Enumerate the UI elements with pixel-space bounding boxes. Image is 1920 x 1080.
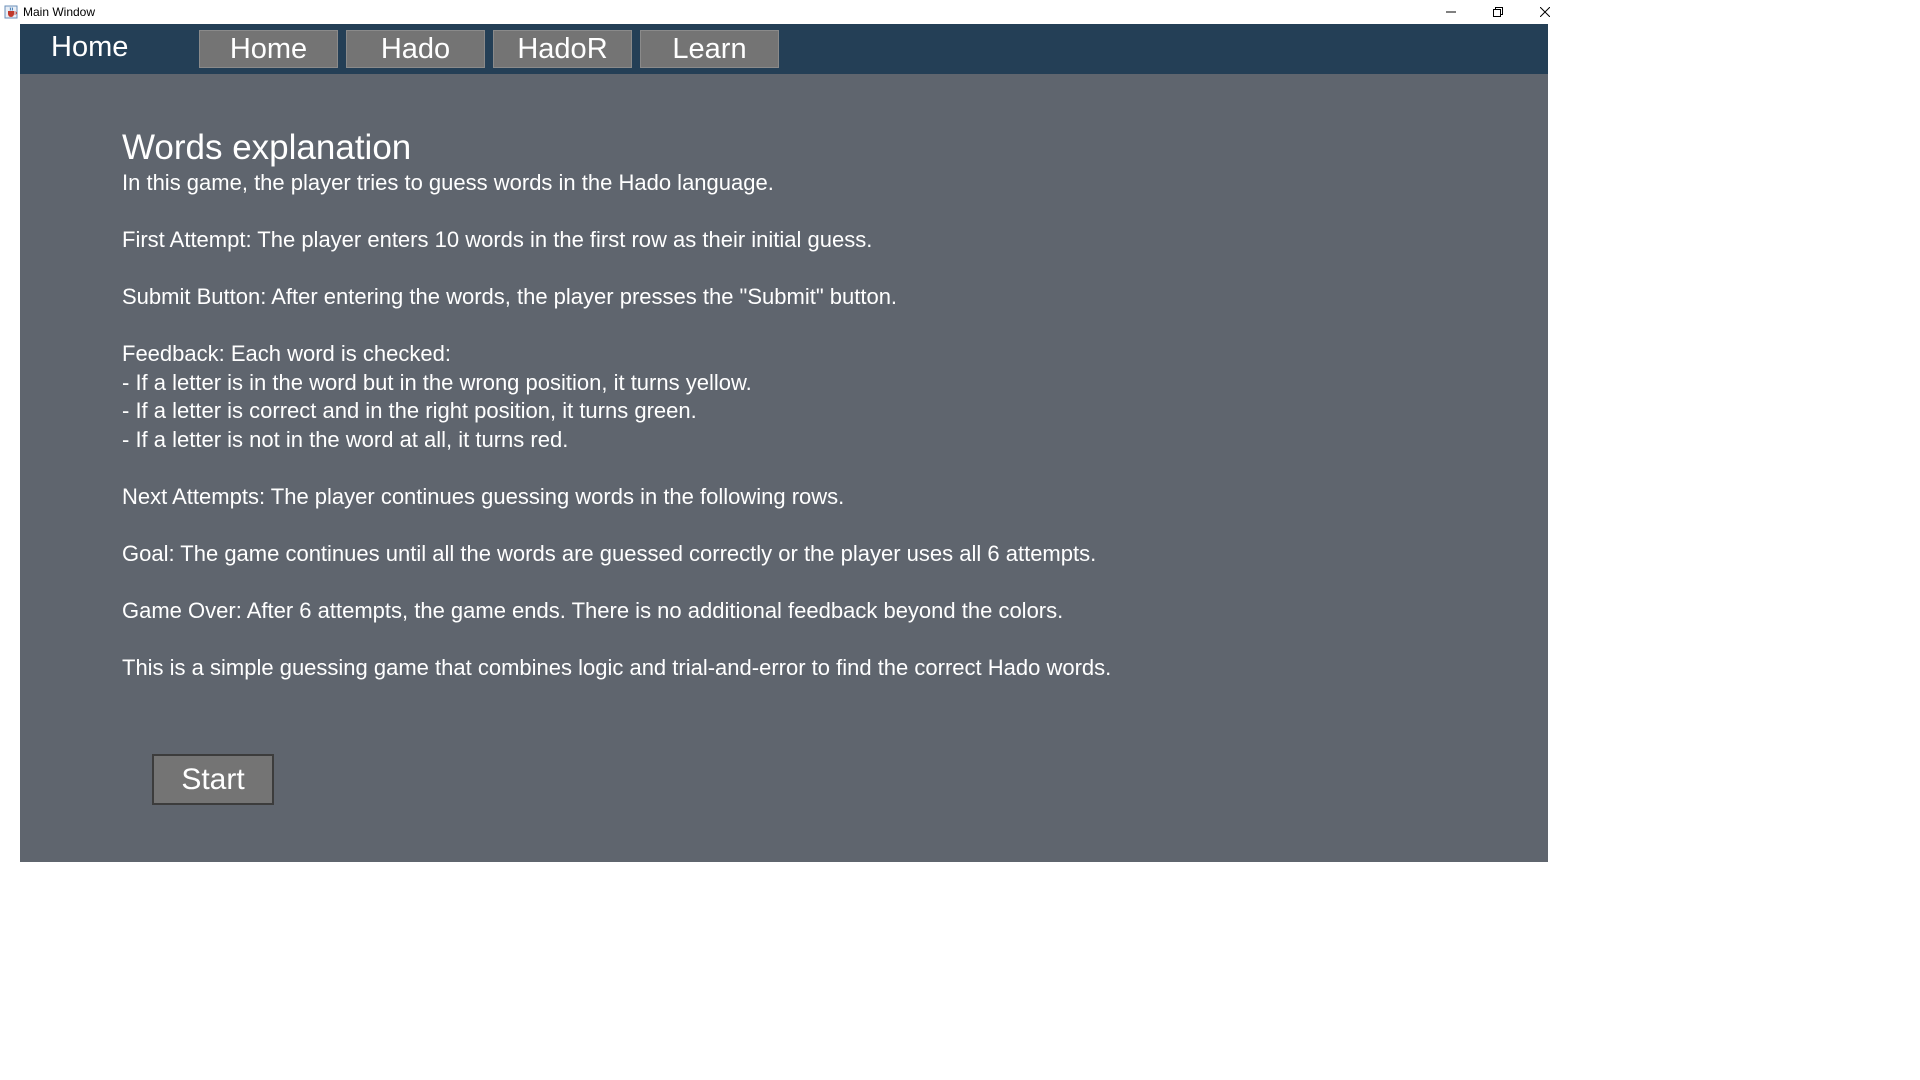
window-controls [1427, 0, 1568, 24]
window-titlebar: Main Window [0, 0, 1568, 24]
main-panel: Home Home Hado HadoR Learn Words explana… [20, 24, 1548, 862]
brand-label: Home [51, 31, 129, 63]
goal-text: Goal: The game continues until all the w… [122, 540, 1097, 566]
minimize-icon [1445, 11, 1456, 13]
intro-text: In this game, the player tries to guess … [122, 170, 774, 195]
top-navbar: Home Home Hado HadoR Learn [20, 24, 1548, 74]
feedback-green-text: - If a letter is correct and in the righ… [122, 398, 697, 423]
close-icon [1539, 7, 1550, 17]
nav-hado-button[interactable]: Hado [346, 30, 485, 68]
submit-button-text: Submit Button: After entering the words,… [122, 284, 898, 309]
restore-button[interactable] [1474, 0, 1521, 24]
minimize-button[interactable] [1427, 0, 1474, 24]
nav-hador-button[interactable]: HadoR [493, 30, 632, 68]
feedback-heading: Feedback: Each word is checked: [122, 341, 451, 366]
nav-learn-button[interactable]: Learn [640, 30, 779, 68]
game-over-text: Game Over: After 6 attempts, the game en… [122, 597, 1064, 623]
next-attempts-text: Next Attempts: The player continues gues… [122, 483, 845, 509]
explanation-content: Words explanation In this game, the play… [122, 127, 1111, 682]
feedback-red-text: - If a letter is not in the word at all,… [122, 426, 569, 452]
close-button[interactable] [1521, 0, 1568, 24]
java-cup-icon [4, 5, 18, 19]
window-title: Main Window [23, 5, 96, 19]
summary-text: This is a simple guessing game that comb… [122, 654, 1112, 680]
nav-home-button[interactable]: Home [199, 30, 338, 68]
page-title: Words explanation [122, 128, 412, 167]
feedback-yellow-text: - If a letter is in the word but in the … [122, 369, 752, 395]
first-attempt-text: First Attempt: The player enters 10 word… [122, 227, 873, 252]
restore-icon [1492, 7, 1503, 17]
start-button[interactable]: Start [152, 754, 274, 805]
